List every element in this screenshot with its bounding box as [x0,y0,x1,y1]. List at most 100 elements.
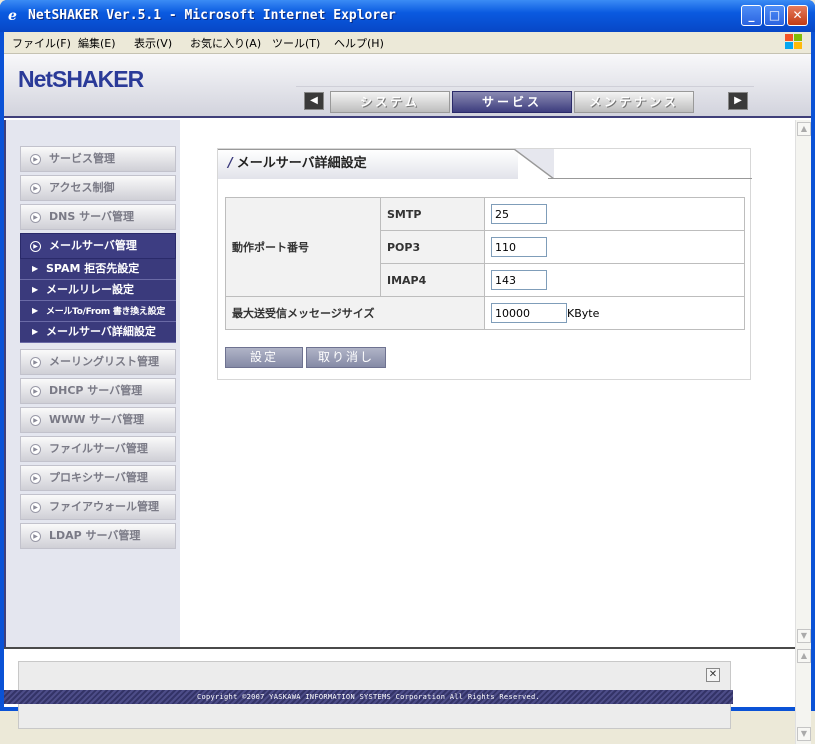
close-icon[interactable]: ✕ [706,668,720,682]
submit-button[interactable]: 設定 [225,347,303,368]
sidebar-item-label: アクセス制御 [49,181,115,194]
sidebar-item-proxy[interactable]: ▶ プロキシサーバ管理 [20,465,176,491]
tab-scroll-right-icon[interactable]: ▶ [728,92,748,110]
sidebar-sub-detail[interactable]: ▶ メールサーバ詳細設定 [20,322,176,343]
sidebar-item-www[interactable]: ▶ WWW サーバ管理 [20,407,176,433]
notice-scrollbar[interactable]: ▲ ▼ [795,647,811,744]
scroll-up-icon[interactable]: ▲ [797,649,811,663]
triangle-icon: ▶ [32,327,39,336]
menu-view[interactable]: 表示(V) [134,35,172,51]
panel-title-text: メールサーバ詳細設定 [236,156,367,171]
header-hatch [4,54,811,64]
sidebar-item-file-server[interactable]: ▶ ファイルサーバ管理 [20,436,176,462]
tab-scroll-left-icon[interactable]: ◀ [304,92,324,110]
protocol-label: SMTP [380,197,485,231]
panel-title: / メールサーバ詳細設定 [218,149,518,179]
sidebar-item-label: メーリングリスト管理 [49,355,159,368]
title-bar: e NetSHAKER Ver.5.1 - Microsoft Internet… [0,0,815,32]
settings-panel: /メールサーバ詳細設定 動作ポート番号 SMTP POP3 IMAP4 [217,148,752,380]
arrow-bullet-icon: ▶ [30,241,41,252]
value-cell [484,230,745,264]
table-row: 動作ポート番号 SMTP [225,197,745,297]
arrow-bullet-icon: ▶ [30,473,41,484]
maximize-button[interactable]: □ [764,5,785,26]
value-cell [484,263,745,297]
sidebar-item-ldap[interactable]: ▶ LDAP サーバ管理 [20,523,176,549]
arrow-bullet-icon: ▶ [30,212,41,223]
sidebar: ▶ サービス管理 ▶ アクセス制御 ▶ DNS サーバ管理 ▶ メールサーバ管理 ▶ SP… [4,120,180,647]
page-content: NetSHAKER ◀ システム サービス メンテナンス ▶ ▶ サービス管理 ▶… [4,54,811,744]
arrow-bullet-icon: ▶ [30,415,41,426]
arrow-bullet-icon: ▶ [30,357,41,368]
sidebar-item-label: LDAP サーバ管理 [49,529,141,542]
scroll-down-icon[interactable]: ▼ [797,727,811,741]
scroll-down-icon[interactable]: ▼ [797,629,811,643]
sidebar-item-dhcp[interactable]: ▶ DHCP サーバ管理 [20,378,176,404]
settings-table: 動作ポート番号 SMTP POP3 IMAP4 最大送受信メッセージサイズ [225,197,745,330]
sidebar-sub-label: SPAM 拒否先設定 [46,262,140,275]
copyright-footer: Copyright ©2007 YASKAWA INFORMATION SYST… [4,690,733,704]
arrow-bullet-icon: ▶ [30,386,41,397]
window-title: NetSHAKER Ver.5.1 - Microsoft Internet E… [28,8,396,23]
scroll-up-icon[interactable]: ▲ [797,122,811,136]
size-unit: KByte [567,307,600,320]
arrow-bullet-icon: ▶ [30,183,41,194]
sidebar-item-label: メールサーバ管理 [49,239,137,252]
sidebar-item-label: サービス管理 [49,152,115,165]
port-label: 動作ポート番号 [225,197,381,297]
app-logo: NetSHAKER [18,66,144,92]
sidebar-item-label: DNS サーバ管理 [49,210,134,223]
sidebar-item-dns[interactable]: ▶ DNS サーバ管理 [20,204,176,230]
table-row: 最大送受信メッセージサイズ KByte [225,296,745,330]
sidebar-sub-relay[interactable]: ▶ メールリレー設定 [20,280,176,301]
triangle-icon: ▶ [32,285,39,294]
menu-edit[interactable]: 編集(E) [78,35,116,51]
ie-icon: e [8,8,17,24]
panel-title-rule [548,178,752,179]
tab-system[interactable]: システム [330,91,450,113]
cancel-button[interactable]: 取り消し [306,347,386,368]
browser-window: e NetSHAKER Ver.5.1 - Microsoft Internet… [0,0,815,744]
sidebar-sub-label: メールリレー設定 [46,283,134,296]
sidebar-sub-spam[interactable]: ▶ SPAM 拒否先設定 [20,259,176,280]
arrow-bullet-icon: ▶ [30,154,41,165]
protocol-label: IMAP4 [380,263,485,297]
menu-tools[interactable]: ツール(T) [272,35,320,51]
tab-service[interactable]: サービス [452,91,572,113]
smtp-port-input[interactable] [491,204,547,224]
sidebar-sub-rewrite[interactable]: ▶ メールTo/From 書き換え設定 [20,301,176,322]
main-scrollbar[interactable]: ▲ ▼ [795,120,811,647]
triangle-icon: ▶ [32,306,39,315]
sidebar-item-label: ファイアウォール管理 [49,500,159,513]
pop3-port-input[interactable] [491,237,547,257]
close-button[interactable]: ✕ [787,5,808,26]
sidebar-item-label: ファイルサーバ管理 [49,442,148,455]
max-size-input[interactable] [491,303,567,323]
menu-favorites[interactable]: お気に入り(A) [190,35,261,51]
imap4-port-input[interactable] [491,270,547,290]
sidebar-item-mail-server[interactable]: ▶ メールサーバ管理 [20,233,176,259]
sidebar-sub-label: メールサーバ詳細設定 [46,325,156,338]
menu-bar: ファイル(F) 編集(E) 表示(V) お気に入り(A) ツール(T) ヘルプ(… [4,32,811,54]
value-cell [484,197,745,231]
value-cell: KByte [484,296,745,330]
menu-file[interactable]: ファイル(F) [12,35,71,51]
app-header: NetSHAKER ◀ システム サービス メンテナンス ▶ [4,54,811,118]
triangle-icon: ▶ [32,264,39,273]
arrow-bullet-icon: ▶ [30,444,41,455]
sidebar-item-service-admin[interactable]: ▶ サービス管理 [20,146,176,172]
sidebar-item-firewall[interactable]: ▶ ファイアウォール管理 [20,494,176,520]
sidebar-item-label: WWW サーバ管理 [49,413,145,426]
tab-maintenance[interactable]: メンテナンス [574,91,694,113]
windows-flag-icon [785,34,803,50]
minimize-button[interactable]: _ [741,5,762,26]
sidebar-item-access-control[interactable]: ▶ アクセス制御 [20,175,176,201]
protocol-label: POP3 [380,230,485,264]
menu-help[interactable]: ヘルプ(H) [334,35,384,51]
sidebar-sub-label: メールTo/From 書き換え設定 [46,307,166,317]
panel-title-slope [514,149,554,179]
sidebar-item-mailing-list[interactable]: ▶ メーリングリスト管理 [20,349,176,375]
max-size-label: 最大送受信メッセージサイズ [225,296,485,330]
leaf-icon: / [228,156,233,171]
sidebar-item-label: プロキシサーバ管理 [49,471,148,484]
